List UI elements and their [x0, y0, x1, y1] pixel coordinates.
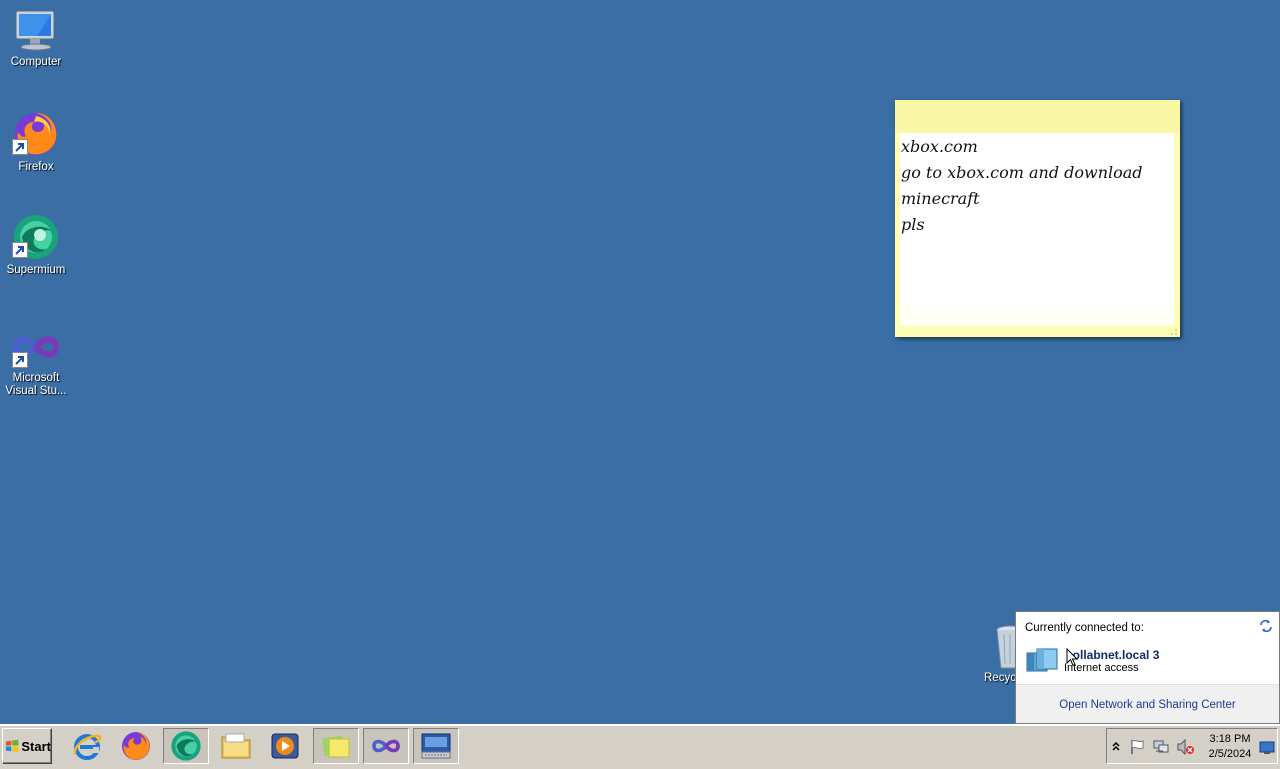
sticky-note-titlebar[interactable]: [895, 100, 1180, 133]
network-tray-icon[interactable]: [1153, 739, 1169, 755]
supermium-icon: [171, 731, 201, 761]
network-name[interactable]: collabnet.local 3: [1066, 648, 1159, 662]
desktop-icon-supermium[interactable]: Supermium: [0, 213, 72, 277]
volume-muted-icon[interactable]: [1177, 739, 1195, 755]
refresh-icon[interactable]: [1259, 619, 1273, 633]
sticky-note-line: xbox.com: [901, 137, 978, 156]
desktop-icon-label: Recyc: [984, 672, 1016, 684]
computer-icon: [15, 10, 55, 51]
sticky-note-line: go to xbox.com and download: [901, 163, 1143, 182]
action-center-flag-icon[interactable]: [1129, 739, 1145, 755]
media-player-icon: [271, 733, 299, 759]
show-hidden-icons-chevron-icon[interactable]: [1111, 740, 1121, 752]
windows-logo-icon: [5, 739, 19, 753]
network-domain-icon: [1026, 648, 1058, 672]
clock-date: 2/5/2024: [1208, 748, 1252, 760]
sticky-note-line: pls: [901, 215, 925, 234]
desktop-icon-computer[interactable]: Computer: [0, 9, 72, 69]
shortcut-arrow-icon: [12, 139, 28, 155]
taskbar-supermium[interactable]: [163, 728, 209, 764]
visual-studio-icon: [372, 739, 400, 753]
sticky-note-body[interactable]: xbox.com go to xbox.com and download min…: [900, 133, 1174, 326]
desktop-icon-label: Firefox: [18, 161, 54, 173]
network-popup-header: Currently connected to:: [1025, 622, 1144, 634]
sticky-notes-icon: [321, 735, 350, 758]
desktop-icon-label: Visual Stu...: [5, 385, 67, 397]
internet-explorer-icon: [73, 734, 102, 760]
desktop-icon-visual-studio[interactable]: Microsoft Visual Stu...: [0, 327, 72, 398]
taskbar-firefox[interactable]: [113, 728, 159, 764]
shortcut-arrow-icon: [12, 242, 28, 258]
sticky-note[interactable]: xbox.com go to xbox.com and download min…: [895, 100, 1180, 337]
clock-time: 3:18 PM: [1209, 733, 1251, 745]
resize-grip-icon[interactable]: [1170, 328, 1178, 336]
taskbar-media-player[interactable]: [262, 728, 308, 764]
show-desktop-icon[interactable]: [1259, 741, 1275, 755]
taskbar-file-explorer[interactable]: [213, 728, 259, 764]
clock[interactable]: 3:18 PM 2/5/2024: [1203, 732, 1257, 762]
system-tray: 3:18 PM 2/5/2024: [1106, 728, 1278, 764]
desktop-icon-firefox[interactable]: Firefox: [0, 110, 72, 174]
on-screen-keyboard-icon: [421, 733, 451, 759]
network-popup-footer: Open Network and Sharing Center: [1016, 684, 1279, 723]
taskbar-visual-studio[interactable]: [363, 728, 409, 764]
network-popup: Currently connected to: collabnet.local …: [1015, 611, 1280, 724]
desktop-icon-label: Microsoft: [12, 372, 60, 384]
start-button[interactable]: Start: [2, 728, 52, 764]
open-network-sharing-center-link[interactable]: Open Network and Sharing Center: [1059, 699, 1235, 711]
shortcut-arrow-icon: [12, 352, 28, 368]
taskbar-internet-explorer[interactable]: [64, 728, 110, 764]
taskbar: Start 3:18 PM 2/5/2024: [0, 724, 1280, 769]
start-label: Start: [21, 738, 51, 754]
file-explorer-icon: [221, 733, 251, 759]
desktop-icon-label: Computer: [10, 56, 62, 68]
desktop-icon-label: Supermium: [6, 264, 66, 276]
taskbar-sticky-notes[interactable]: [313, 728, 359, 764]
sticky-note-line: minecraft: [901, 189, 980, 208]
taskbar-on-screen-keyboard[interactable]: [413, 728, 459, 764]
firefox-icon: [122, 732, 150, 760]
mouse-cursor-icon: [1066, 648, 1078, 667]
